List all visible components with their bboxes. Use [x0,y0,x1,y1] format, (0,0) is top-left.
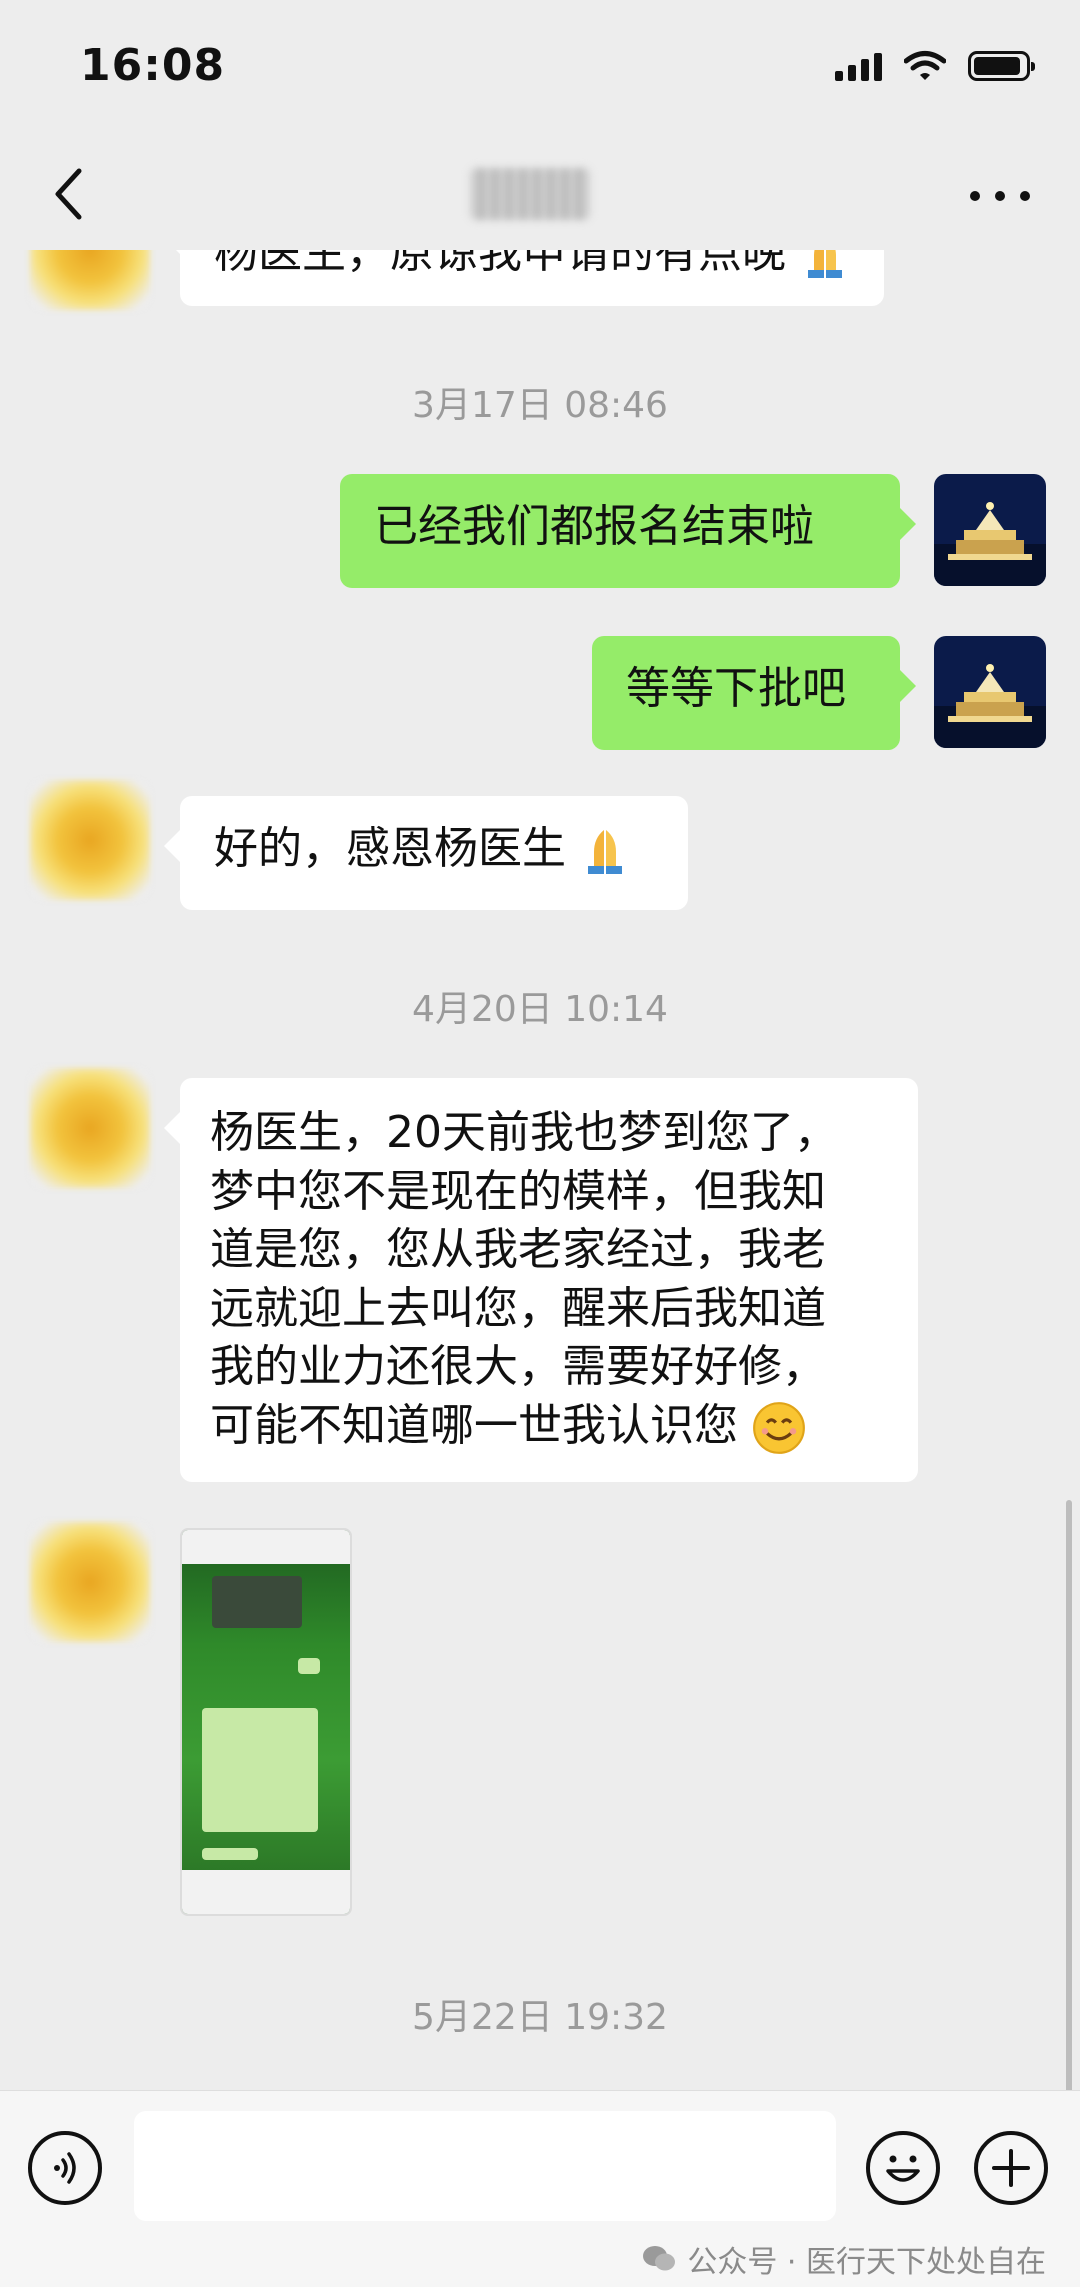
battery-icon [968,51,1035,81]
contact-avatar[interactable] [30,1068,150,1188]
message-text-line: 梦中您不是现在的模样，但我知 [210,1165,826,1217]
thumb-bubble [202,1848,258,1860]
status-time: 16:08 [80,40,226,91]
more-dots-icon[interactable] [970,176,1030,216]
message-bubble-outgoing[interactable]: 已经我们都报名结束啦 [340,474,916,588]
message-text: 已经我们都报名结束啦 [374,501,814,552]
chat-contact-name-blurred [470,168,590,220]
message-text: 杨医生，原谅我申请的有点晚 [214,250,786,278]
wifi-icon [904,51,946,80]
thumb-top-bar [182,1530,350,1564]
praying-hands-icon [588,830,622,874]
message-timestamp: 4月20日 10:14 [412,989,668,1030]
chat-scrollbar[interactable] [1066,1500,1072,2090]
cellular-signal-icon [835,51,882,81]
thumb-header-image [212,1576,302,1628]
thumb-bubble [202,1708,318,1832]
thumb-bubble [298,1658,320,1674]
message-text: 好的，感恩杨医生 [214,823,566,874]
smile-icon[interactable] [866,2131,940,2205]
voice-icon[interactable] [28,2131,102,2205]
message-text-line: 远就迎上去叫您，醒来后我知道 [210,1282,826,1334]
praying-hands-icon [808,250,842,278]
message-text-line-last: 可能不知道哪一世我认识您 [210,1397,888,1456]
wechat-logo-icon [643,2246,676,2271]
message-text-line: 我的业力还很大，需要好好修， [210,1341,826,1393]
message-timestamp: 5月22日 19:32 [412,1997,668,2038]
message-timestamp: 3月17日 08:46 [412,385,668,426]
message-text: 等等下批吧 [626,663,846,714]
watermark-text: 公众号 · 医行天下处处自在 [687,2245,1046,2280]
message-bubble-incoming[interactable]: 好的，感恩杨医生 [164,796,688,910]
chat-screenshot-image[interactable] [180,1528,352,1916]
chevron-left-icon[interactable] [40,164,96,224]
message-bubble-incoming[interactable]: 杨医生，原谅我申请的有点晚 [164,250,884,306]
my-avatar[interactable] [934,636,1046,748]
chat-header [0,140,1080,250]
message-input[interactable] [134,2111,836,2221]
message-input-bar: 公众号 · 医行天下处处自在 [0,2090,1080,2287]
message-text-line: 道是您，您从我老家经过，我老 [210,1224,826,1276]
status-icons [835,50,1035,82]
contact-avatar[interactable] [30,250,150,310]
message-bubble-incoming[interactable]: 杨医生，20天前我也梦到您了， 梦中您不是现在的模样，但我知 道是您，您从我老家… [164,1078,918,1482]
chat-message-list[interactable]: 杨医生，原谅我申请的有点晚 3月17日 08:46 已经我们都报名结束啦 等等下… [0,250,1080,2090]
contact-avatar[interactable] [30,780,150,900]
status-bar: 16:08 [0,0,1080,140]
contact-avatar[interactable] [30,1522,150,1642]
smiling-face-icon [753,1401,805,1454]
message-text-line: 杨医生，20天前我也梦到您了， [210,1107,838,1158]
message-bubble-outgoing[interactable]: 等等下批吧 [592,636,916,750]
plus-icon[interactable] [974,2131,1048,2205]
thumb-input-bar [182,1870,350,1914]
watermark: 公众号 · 医行天下处处自在 [641,2237,1046,2281]
my-avatar[interactable] [934,474,1046,586]
